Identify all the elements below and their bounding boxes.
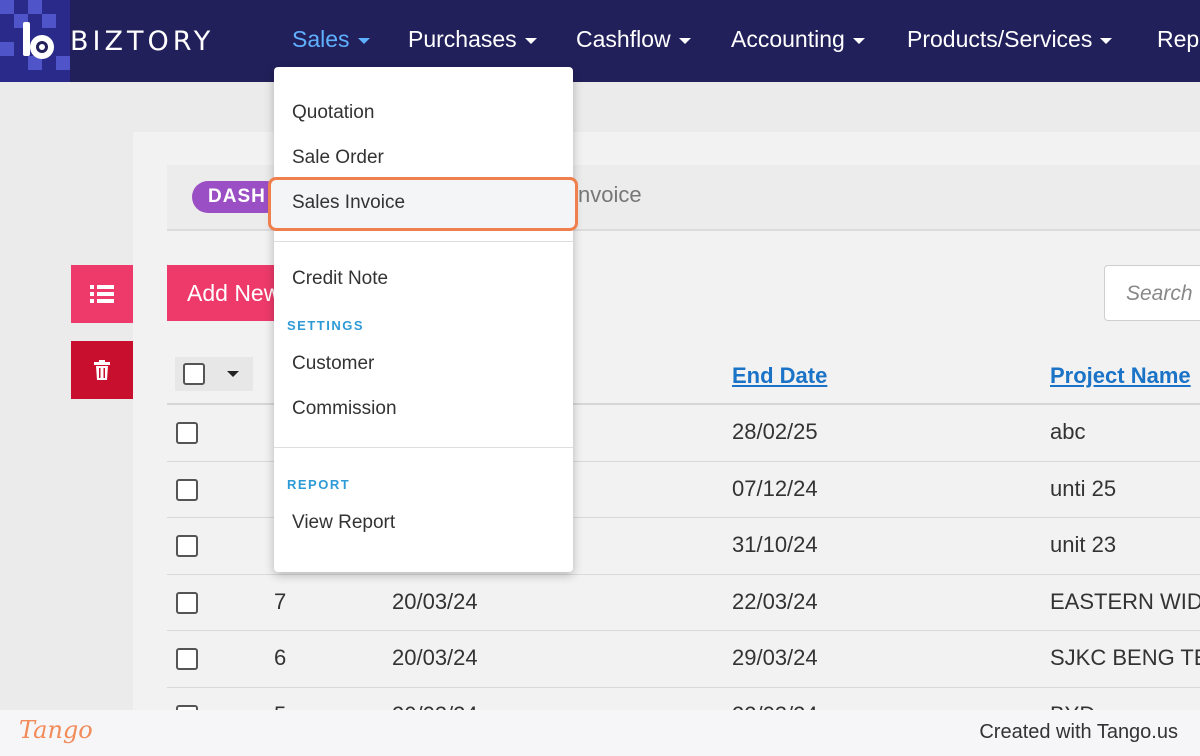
menu-item-sales-invoice-label: Sales Invoice [292, 192, 406, 213]
list-view-button[interactable] [71, 265, 133, 323]
column-end-date[interactable]: End Date [732, 363, 827, 389]
add-new-button[interactable]: Add New [167, 265, 287, 321]
cell-project-name: unit 23 [1050, 532, 1117, 557]
search-placeholder: Search [1126, 282, 1193, 305]
cell-end-date: 29/03/24 [732, 645, 818, 670]
cell-end-date: 31/10/24 [732, 532, 818, 557]
nav-sales[interactable]: Sales [292, 26, 370, 53]
row-checkbox[interactable] [176, 591, 198, 614]
menu-item-credit-note[interactable]: Credit Note [292, 268, 388, 290]
delete-button[interactable] [71, 341, 133, 399]
caret-down-icon[interactable] [227, 371, 239, 377]
trash-icon [94, 360, 110, 380]
cell-project-name: EASTERN WID [1050, 588, 1200, 614]
menu-section-report: REPORT [287, 477, 351, 492]
breadcrumb-current: nvoice [578, 182, 642, 207]
table-row[interactable]: 7 20/03/24 22/03/24 EASTERN WID [167, 575, 1200, 631]
nav-cashflow[interactable]: Cashflow [576, 26, 691, 53]
row-checkbox[interactable] [176, 648, 198, 670]
cell-start-date: 20/03/24 [392, 588, 478, 614]
nav-accounting[interactable]: Accounting [731, 26, 865, 53]
nav-purchases[interactable]: Purchases [408, 26, 537, 53]
cell-end-date: 22/03/24 [732, 588, 818, 614]
caret-down-icon [852, 37, 865, 44]
cell-project-name: abc [1050, 419, 1086, 444]
menu-item-sales-invoice[interactable]: Sales Invoice [268, 177, 578, 231]
caret-down-icon [1100, 37, 1113, 44]
caret-down-icon [678, 37, 691, 44]
select-all-control[interactable] [175, 357, 253, 391]
menu-item-sale-order[interactable]: Sale Order [292, 147, 384, 169]
menu-divider [274, 241, 573, 242]
menu-item-customer[interactable]: Customer [292, 353, 374, 375]
caret-down-icon [524, 37, 537, 44]
cell-no: 7 [274, 588, 287, 614]
row-checkbox[interactable] [176, 478, 198, 501]
caret-down-icon [357, 37, 370, 44]
brand-name[interactable]: BIZTORY [70, 26, 214, 57]
nav-reports[interactable]: Rep [1157, 26, 1199, 53]
tango-footer: Tango Created with Tango.us [0, 710, 1200, 756]
column-project-name[interactable]: Project Name [1050, 363, 1191, 389]
menu-item-view-report[interactable]: View Report [292, 512, 395, 534]
select-all-checkbox[interactable] [183, 363, 205, 385]
cell-end-date: 28/02/25 [732, 419, 818, 444]
cell-project-name: unti 25 [1050, 475, 1117, 501]
menu-divider [274, 447, 573, 448]
nav-sales-label: Sales [292, 26, 350, 52]
cell-start-date: 20/03/24 [392, 645, 478, 670]
cell-project-name: SJKC BENG TE [1050, 645, 1200, 670]
top-navbar: BIZTORY Sales Purchases Cashflow Account… [0, 0, 1200, 82]
nav-accounting-label: Accounting [731, 26, 845, 52]
row-checkbox[interactable] [176, 422, 198, 444]
nav-cashflow-label: Cashflow [576, 26, 671, 52]
nav-reports-label: Rep [1157, 26, 1200, 52]
biztory-logo-icon[interactable] [20, 20, 60, 62]
cell-no: 6 [274, 645, 287, 670]
menu-section-settings: SETTINGS [287, 318, 365, 333]
sales-dropdown-menu: Quotation Sale Order Credit Note SETTING… [274, 67, 573, 572]
nav-purchases-label: Purchases [408, 26, 517, 52]
search-input[interactable]: Search [1104, 265, 1200, 321]
row-checkbox[interactable] [176, 535, 198, 557]
tango-logo: Tango [19, 716, 93, 744]
table-row[interactable]: 6 20/03/24 29/03/24 SJKC BENG TE [167, 631, 1200, 688]
list-icon [90, 285, 114, 303]
menu-item-quotation[interactable]: Quotation [292, 102, 374, 124]
menu-item-commission[interactable]: Commission [292, 398, 397, 420]
cell-end-date: 07/12/24 [732, 475, 818, 501]
nav-products-services-label: Products/Services [907, 26, 1093, 52]
nav-products-services[interactable]: Products/Services [907, 26, 1113, 53]
footer-credit: Created with Tango.us [979, 721, 1178, 743]
